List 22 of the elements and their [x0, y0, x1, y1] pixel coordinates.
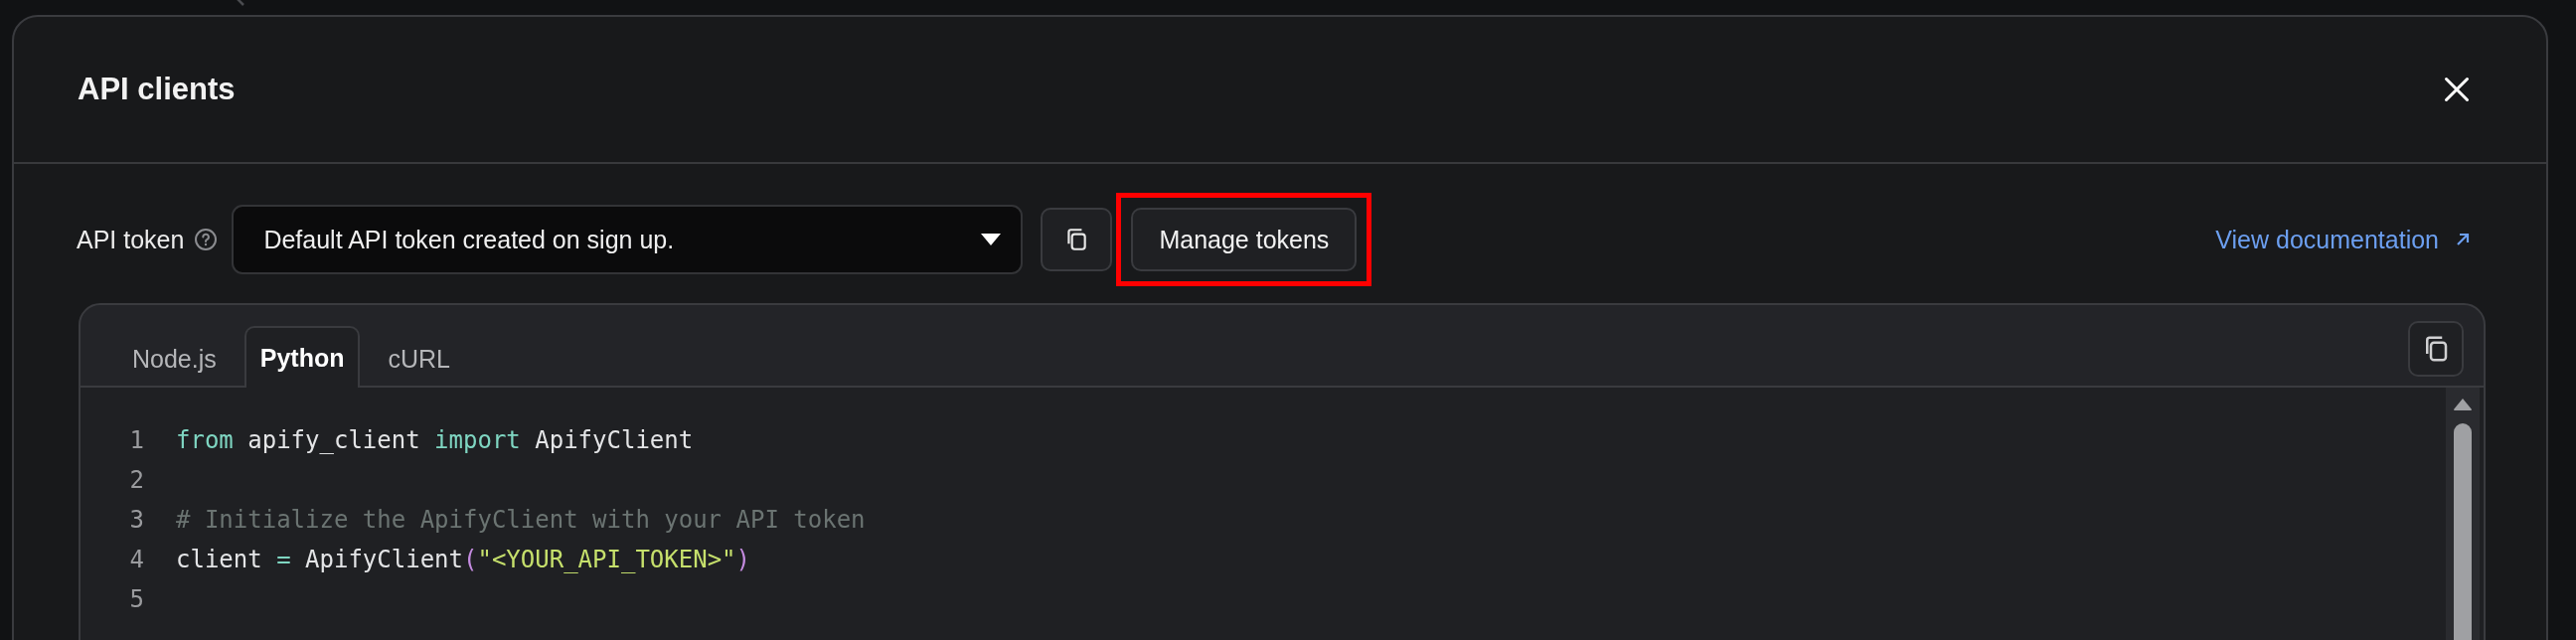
- scroll-up-icon[interactable]: [2453, 398, 2473, 411]
- language-tab[interactable]: Node.js: [116, 328, 233, 388]
- help-icon[interactable]: [194, 228, 219, 251]
- field-label: API token: [77, 225, 185, 254]
- code-line: from apify_client import ApifyClient: [176, 426, 694, 454]
- token-dropdown[interactable]: Default API token created on sign up.: [232, 205, 1024, 274]
- copy-button[interactable]: [1041, 208, 1113, 271]
- code-line: client = ApifyClient("<YOUR_API_TOKEN>"): [176, 546, 750, 573]
- scrollbar[interactable]: [2446, 388, 2480, 640]
- line-number: 1: [128, 426, 144, 454]
- documentation-link[interactable]: View documentation: [2215, 225, 2473, 254]
- line-number: 4: [128, 546, 144, 573]
- copy-code-button[interactable]: [2408, 321, 2464, 377]
- caret-icon: [981, 234, 1002, 245]
- language-tab[interactable]: cURL: [372, 328, 466, 388]
- language-tab[interactable]: Python: [243, 326, 361, 388]
- line-number: 3: [128, 506, 144, 534]
- code-line: # Initialize the ApifyClient with your API token: [176, 506, 866, 534]
- dialog-title: API clients: [78, 72, 236, 107]
- manage-tokens-button[interactable]: Manage tokens: [1131, 208, 1358, 271]
- line-number: 5: [128, 585, 144, 613]
- line-number: 2: [128, 466, 144, 494]
